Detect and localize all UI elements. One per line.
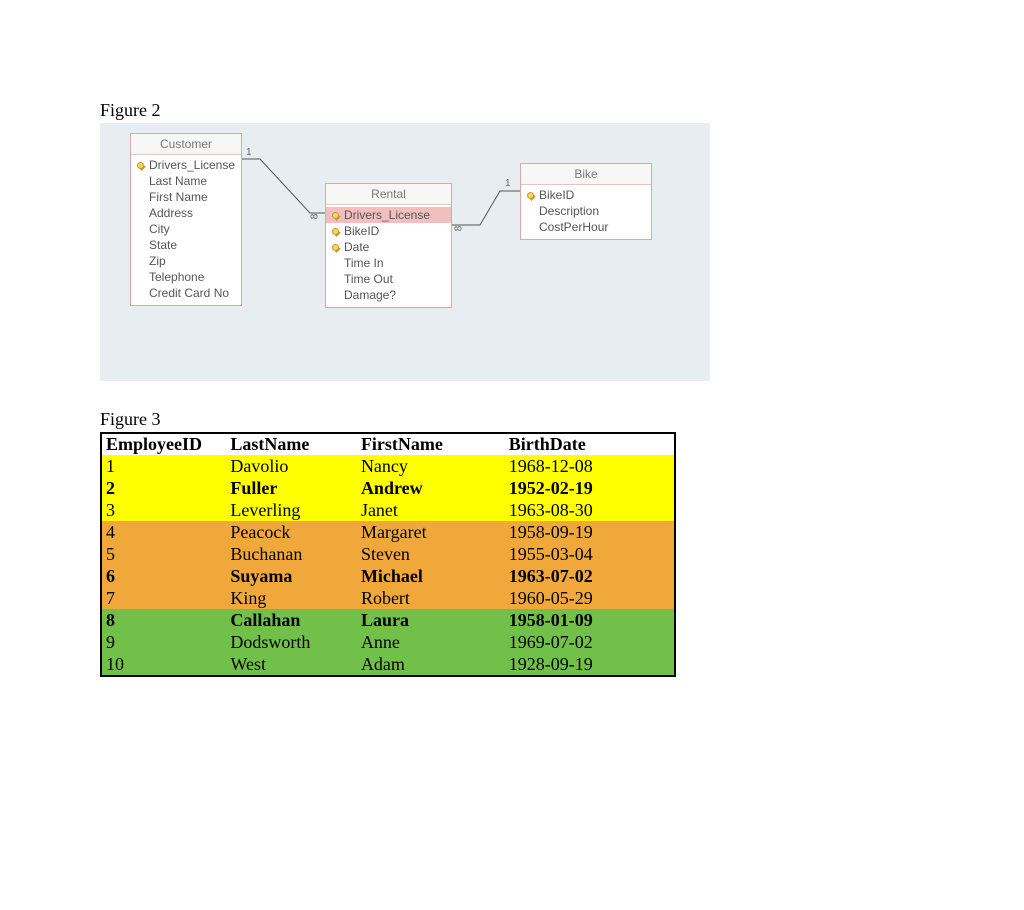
field-description: Description <box>527 203 645 219</box>
cell-bd: 1952-02-19 <box>505 477 675 499</box>
key-icon <box>137 161 147 171</box>
cell-bd: 1969-07-02 <box>505 631 675 653</box>
cell-id: 9 <box>101 631 226 653</box>
figure2-title: Figure 2 <box>100 100 1024 121</box>
cell-id: 4 <box>101 521 226 543</box>
cell-id: 2 <box>101 477 226 499</box>
table-row: 6SuyamaMichael1963-07-02 <box>101 565 675 587</box>
cell-id: 10 <box>101 653 226 676</box>
cell-fn: Nancy <box>357 455 505 477</box>
table-row: 9DodsworthAnne1969-07-02 <box>101 631 675 653</box>
key-icon <box>527 191 537 201</box>
table-row: 5BuchananSteven1955-03-04 <box>101 543 675 565</box>
cell-id: 7 <box>101 587 226 609</box>
field-zip: Zip <box>137 253 235 269</box>
cell-fn: Michael <box>357 565 505 587</box>
table-row: 4PeacockMargaret1958-09-19 <box>101 521 675 543</box>
key-icon <box>332 227 342 237</box>
cell-bd: 1955-03-04 <box>505 543 675 565</box>
field-address: Address <box>137 205 235 221</box>
cell-fn: Robert <box>357 587 505 609</box>
table-row: 8CallahanLaura1958-01-09 <box>101 609 675 631</box>
cell-fn: Anne <box>357 631 505 653</box>
cell-bd: 1963-08-30 <box>505 499 675 521</box>
key-icon <box>332 243 342 253</box>
cell-ln: Fuller <box>226 477 357 499</box>
cell-fn: Andrew <box>357 477 505 499</box>
entity-bike-title: Bike <box>521 164 651 185</box>
col-last-name: LastName <box>226 433 357 455</box>
field-time-in: Time In <box>332 255 445 271</box>
cell-ln: King <box>226 587 357 609</box>
cell-ln: Leverling <box>226 499 357 521</box>
relation-many-label: 8 <box>312 211 318 222</box>
cell-id: 5 <box>101 543 226 565</box>
cell-ln: Buchanan <box>226 543 357 565</box>
field-bikeid: BikeID <box>527 187 645 203</box>
field-first-name: First Name <box>137 189 235 205</box>
key-icon <box>332 211 342 221</box>
employee-table: EmployeeID LastName FirstName BirthDate … <box>100 432 676 677</box>
cell-id: 1 <box>101 455 226 477</box>
cell-fn: Janet <box>357 499 505 521</box>
field-damage: Damage? <box>332 287 445 303</box>
table-row: 10WestAdam1928-09-19 <box>101 653 675 676</box>
cell-ln: West <box>226 653 357 676</box>
relationship-diagram: Customer Drivers_License Last Name First… <box>100 123 710 381</box>
cell-fn: Adam <box>357 653 505 676</box>
cell-ln: Suyama <box>226 565 357 587</box>
cell-bd: 1958-09-19 <box>505 521 675 543</box>
cell-fn: Steven <box>357 543 505 565</box>
field-drivers-license: Drivers_License <box>137 157 235 173</box>
entity-bike: Bike BikeID Description CostPerHour <box>520 163 652 240</box>
cell-ln: Callahan <box>226 609 357 631</box>
entity-customer: Customer Drivers_License Last Name First… <box>130 133 242 306</box>
cell-ln: Peacock <box>226 521 357 543</box>
relation-one-label: 1 <box>246 147 252 158</box>
cell-ln: Dodsworth <box>226 631 357 653</box>
figure3-title: Figure 3 <box>100 409 1024 430</box>
relation-many-label-2: 8 <box>456 223 462 234</box>
entity-customer-title: Customer <box>131 134 241 155</box>
entity-rental: Rental Drivers_License BikeID Date Time … <box>325 183 452 308</box>
cell-bd: 1968-12-08 <box>505 455 675 477</box>
cell-bd: 1960-05-29 <box>505 587 675 609</box>
cell-id: 8 <box>101 609 226 631</box>
cell-bd: 1928-09-19 <box>505 653 675 676</box>
col-first-name: FirstName <box>357 433 505 455</box>
table-row: 2FullerAndrew1952-02-19 <box>101 477 675 499</box>
cell-bd: 1958-01-09 <box>505 609 675 631</box>
cell-bd: 1963-07-02 <box>505 565 675 587</box>
field-telephone: Telephone <box>137 269 235 285</box>
col-employee-id: EmployeeID <box>101 433 226 455</box>
field-last-name: Last Name <box>137 173 235 189</box>
col-birth-date: BirthDate <box>505 433 675 455</box>
cell-fn: Margaret <box>357 521 505 543</box>
cell-id: 6 <box>101 565 226 587</box>
cell-ln: Davolio <box>226 455 357 477</box>
cell-fn: Laura <box>357 609 505 631</box>
field-date: Date <box>332 239 445 255</box>
relation-one-label-2: 1 <box>505 178 511 189</box>
field-drivers-license-fk: Drivers_License <box>326 207 451 223</box>
field-bikeid-fk: BikeID <box>332 223 445 239</box>
table-row: 3LeverlingJanet1963-08-30 <box>101 499 675 521</box>
cell-id: 3 <box>101 499 226 521</box>
field-state: State <box>137 237 235 253</box>
table-row: 1DavolioNancy1968-12-08 <box>101 455 675 477</box>
entity-rental-title: Rental <box>326 184 451 205</box>
field-credit-card-no: Credit Card No <box>137 285 235 301</box>
field-city: City <box>137 221 235 237</box>
field-costperhour: CostPerHour <box>527 219 645 235</box>
field-time-out: Time Out <box>332 271 445 287</box>
table-row: 7KingRobert1960-05-29 <box>101 587 675 609</box>
table-header-row: EmployeeID LastName FirstName BirthDate <box>101 433 675 455</box>
